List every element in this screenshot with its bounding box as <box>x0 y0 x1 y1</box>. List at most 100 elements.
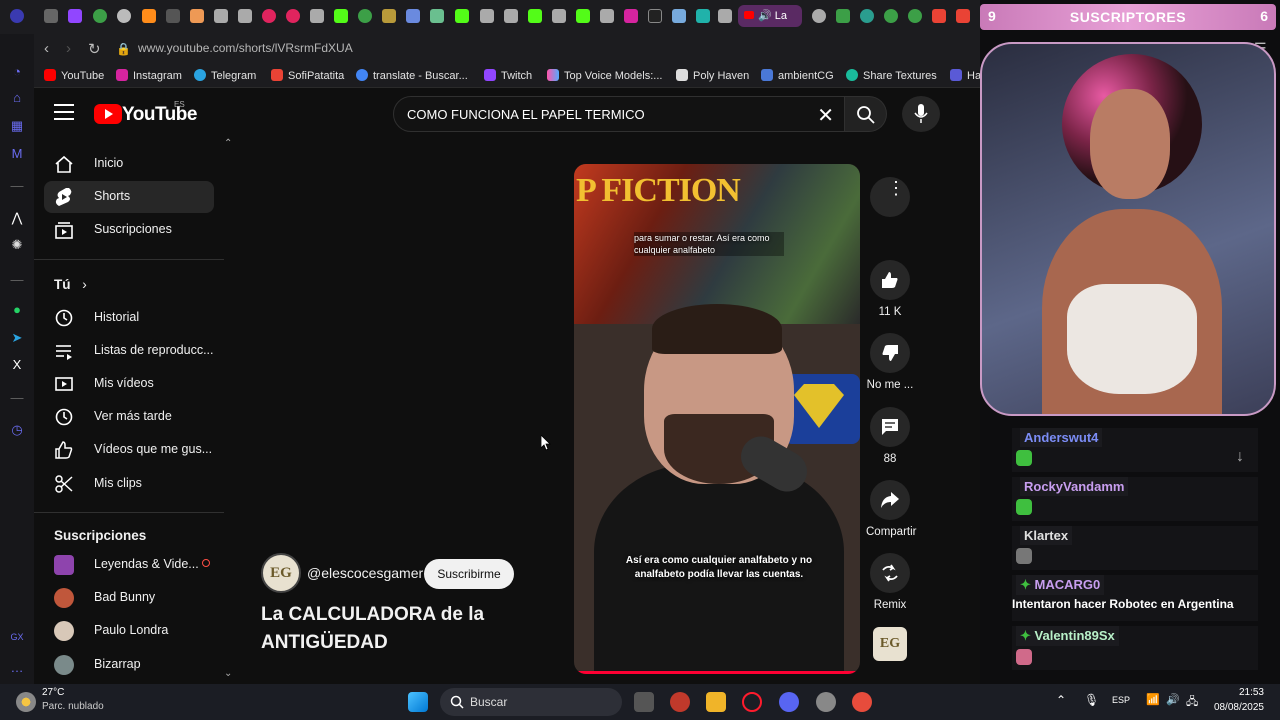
sidebar-item-inicio[interactable]: Inicio <box>44 148 214 180</box>
tab-icon[interactable] <box>430 9 444 23</box>
clock-time[interactable]: 21:53 <box>1239 687 1264 698</box>
gmail-tab-icon[interactable] <box>956 9 970 23</box>
tab-icon[interactable] <box>310 9 324 23</box>
tab-icon[interactable] <box>600 9 614 23</box>
short-video-player[interactable]: P FICTION para sumar o restar. Así era c… <box>574 164 860 674</box>
app-icon[interactable] <box>852 692 872 712</box>
language-indicator[interactable]: ESP <box>1112 695 1130 705</box>
bookmark-ambientcg[interactable]: ambientCG <box>761 69 834 82</box>
tab-icon[interactable] <box>117 9 131 23</box>
back-icon[interactable]: ‹ <box>44 40 49 57</box>
search-button[interactable] <box>845 96 887 132</box>
sidebar-item-listas[interactable]: Listas de reproducc... <box>44 335 214 367</box>
sidebar-item-channel[interactable]: Bizarrap <box>44 649 214 681</box>
forward-icon[interactable]: › <box>66 40 71 57</box>
volume-icon[interactable]: 🔊 <box>1166 693 1180 706</box>
bookmark-poly-haven[interactable]: Poly Haven <box>676 69 749 82</box>
kick-tab-icon[interactable] <box>528 9 542 23</box>
sidebar-item-ver-mas-tarde[interactable]: Ver más tarde <box>44 401 214 433</box>
sidebar-item-channel[interactable]: Bad Bunny <box>44 582 214 614</box>
channel-name[interactable]: @elescocesgamer <box>307 565 423 581</box>
video-progress-bar[interactable] <box>574 671 860 674</box>
x-icon[interactable]: X <box>9 357 25 373</box>
chat-username[interactable]: Anderswut4 <box>1020 428 1103 447</box>
bookmark-telegram[interactable]: Telegram <box>194 69 256 82</box>
tiktok-tab-icon[interactable] <box>648 9 662 23</box>
menu-icon[interactable] <box>54 104 74 120</box>
sidebar-item-shorts[interactable]: Shorts <box>44 181 214 213</box>
tab-icon[interactable] <box>166 9 180 23</box>
sidebar-item-mis-videos[interactable]: Mis vídeos <box>44 368 214 400</box>
speaker-icon[interactable]: 🔊 <box>758 10 772 22</box>
reload-icon[interactable]: ↻ <box>88 40 101 58</box>
chat-username[interactable]: ✦ Valentin89Sx <box>1016 626 1119 646</box>
sidebar-item-suscripciones[interactable]: Suscripciones <box>44 214 214 246</box>
active-tab[interactable]: 🔊 La <box>738 5 802 27</box>
kick-tab-icon[interactable] <box>576 9 590 23</box>
kick-tab-icon[interactable] <box>455 9 469 23</box>
tab-icon[interactable] <box>812 9 826 23</box>
task-view-icon[interactable] <box>634 692 654 712</box>
bookmark-share-textures[interactable]: Share Textures <box>846 69 937 82</box>
share-button[interactable]: Compartir <box>866 480 916 538</box>
comments-button[interactable]: 88 <box>866 407 914 465</box>
sidebar-item-channel[interactable]: Leyendas & Vide... <box>44 549 214 581</box>
history-rail-icon[interactable]: ◔ <box>9 64 25 80</box>
browser-logo-icon[interactable] <box>10 9 24 23</box>
google-tab-icon[interactable] <box>908 9 922 23</box>
network-icon[interactable]: 🖧 <box>1186 693 1198 712</box>
scroll-down-icon[interactable]: ⌄ <box>224 668 232 679</box>
more-options-button[interactable]: ⋮ <box>866 177 914 217</box>
channel-sound-avatar[interactable]: EG <box>873 627 907 661</box>
chatgpt-icon[interactable]: ✺ <box>9 237 25 253</box>
tab-icon[interactable] <box>142 9 156 23</box>
rail-icon[interactable]: M <box>9 146 25 162</box>
sidebar-item-historial[interactable]: Historial <box>44 302 214 334</box>
tab-icon[interactable] <box>480 9 494 23</box>
tab-icon[interactable] <box>718 9 732 23</box>
weather-temp[interactable]: 27°C <box>42 687 64 698</box>
url-field[interactable]: www.youtube.com/shorts/lVRsrmFdXUA <box>138 41 353 55</box>
kick-tab-icon[interactable] <box>334 9 348 23</box>
windows-start-icon[interactable] <box>408 692 428 712</box>
telegram-icon[interactable]: ➤ <box>9 330 25 346</box>
bookmark-instagram[interactable]: Instagram <box>116 69 182 82</box>
tab-icon[interactable] <box>262 9 276 23</box>
clock-date[interactable]: 08/08/2025 <box>1214 702 1264 713</box>
arrow-down-icon[interactable]: ↓ <box>1236 448 1244 466</box>
sidebar-you-heading[interactable]: Tú › <box>54 277 87 292</box>
remix-button[interactable]: Remix <box>866 553 914 611</box>
search-input[interactable]: COMO FUNCIONA EL PAPEL TERMICO ✕ <box>393 96 845 132</box>
tab-icon[interactable] <box>406 9 420 23</box>
channel-avatar[interactable]: EG <box>261 553 301 593</box>
gmail-tab-icon[interactable] <box>932 9 946 23</box>
weather-icon[interactable] <box>16 692 36 712</box>
google-tab-icon[interactable] <box>93 9 107 23</box>
subscribe-button[interactable]: Suscribirme <box>424 559 514 589</box>
chat-username[interactable]: RockyVandamm <box>1020 477 1129 496</box>
like-button[interactable]: 11 K <box>866 260 914 318</box>
rail-app-icon[interactable]: ⋀ <box>9 210 25 226</box>
rail-gx-icon[interactable]: GX <box>9 632 25 648</box>
sidebar-item-channel[interactable]: Paulo Londra <box>44 615 214 647</box>
rail-icon[interactable]: ▦ <box>9 118 25 134</box>
taskbar-search[interactable]: Buscar <box>440 688 622 716</box>
chat-username[interactable]: ✦ MACARG0 <box>1016 575 1105 595</box>
app-icon[interactable] <box>670 692 690 712</box>
bookmark-voice-models[interactable]: Top Voice Models:... <box>547 69 662 82</box>
tab-icon[interactable] <box>552 9 566 23</box>
bookmark-translate[interactable]: translate - Buscar... <box>356 69 468 82</box>
weather-description[interactable]: Parc. nublado <box>42 701 104 712</box>
app-icon[interactable] <box>816 692 836 712</box>
microphone-icon[interactable]: 🎙 <box>1084 693 1099 707</box>
sidebar-item-mis-clips[interactable]: Mis clips <box>44 468 214 500</box>
whatsapp-icon[interactable]: ● <box>9 302 25 318</box>
more-rail-icon[interactable]: … <box>9 660 25 676</box>
google-tab-icon[interactable] <box>358 9 372 23</box>
tab-icon[interactable] <box>672 9 686 23</box>
clock-rail-icon[interactable]: ◷ <box>9 422 25 438</box>
scroll-up-icon[interactable]: ⌃ <box>224 138 232 149</box>
tab-icon[interactable] <box>696 9 710 23</box>
dislike-button[interactable]: No me ... <box>866 333 914 391</box>
voice-search-button[interactable] <box>902 96 940 132</box>
